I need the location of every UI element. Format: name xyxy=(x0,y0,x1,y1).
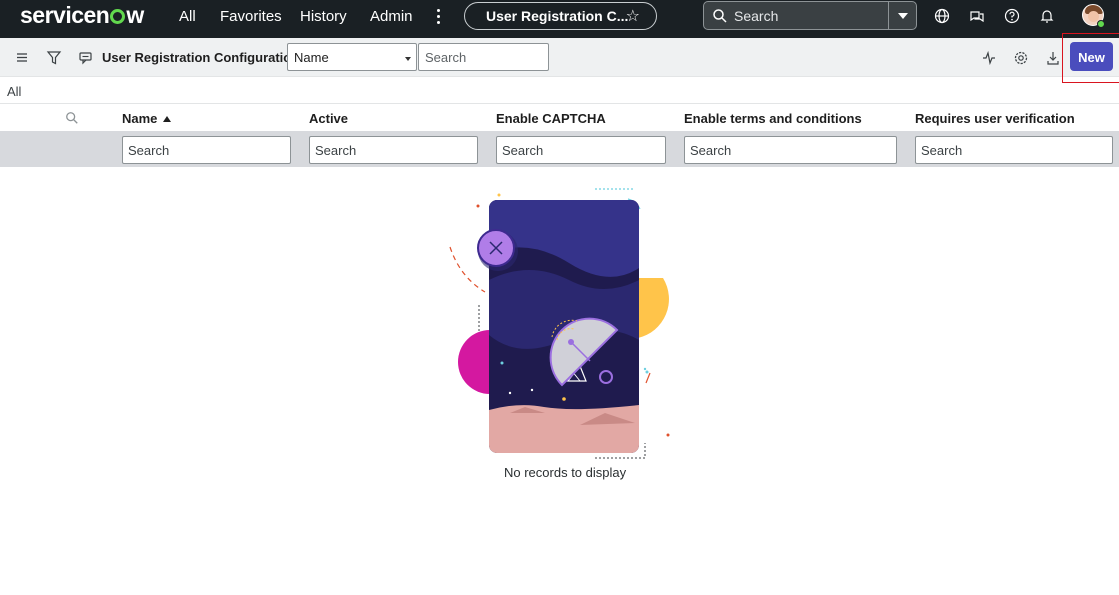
nav-all[interactable]: All xyxy=(179,8,196,25)
filter-input-enable-captcha[interactable]: Search xyxy=(496,136,666,164)
chevron-down-icon[interactable] xyxy=(898,13,908,19)
column-header-enable-terms[interactable]: Enable terms and conditions xyxy=(684,111,862,126)
filter-input-enable-terms[interactable]: Search xyxy=(684,136,897,164)
column-header-name[interactable]: Name xyxy=(122,111,172,126)
help-icon[interactable] xyxy=(1004,8,1020,24)
filter-input-name[interactable]: Search xyxy=(122,136,291,164)
download-icon[interactable] xyxy=(1045,50,1061,66)
filter-icon[interactable] xyxy=(46,50,62,66)
servicenow-logo[interactable]: servicen w xyxy=(20,2,144,29)
chat-icon[interactable] xyxy=(969,8,985,24)
search-icon xyxy=(713,9,727,23)
caret-down-icon xyxy=(405,57,411,61)
field-select-value: Name xyxy=(294,50,329,65)
empty-state-illustration xyxy=(449,188,670,459)
activity-icon[interactable] xyxy=(981,50,997,66)
sort-ascending-icon xyxy=(163,116,172,122)
more-menu-icon[interactable] xyxy=(431,6,445,28)
top-nav: servicen w All Favorites History Admin Us… xyxy=(0,0,1119,38)
nav-admin[interactable]: Admin xyxy=(370,8,413,25)
nav-favorites[interactable]: Favorites xyxy=(220,8,282,25)
context-pill-label: User Registration C... xyxy=(486,8,629,24)
breadcrumb[interactable]: All xyxy=(7,84,21,99)
comment-icon[interactable] xyxy=(78,50,94,66)
list-search-placeholder: Search xyxy=(425,50,467,65)
search-icon[interactable] xyxy=(65,111,79,125)
nav-history[interactable]: History xyxy=(300,8,347,25)
field-select[interactable]: Name xyxy=(287,43,417,71)
empty-state-message: No records to display xyxy=(504,465,627,480)
global-search[interactable]: Search xyxy=(703,1,917,30)
column-header-enable-captcha[interactable]: Enable CAPTCHA xyxy=(496,111,606,126)
presence-indicator xyxy=(1097,20,1105,28)
column-header-requires-verification[interactable]: Requires user verification xyxy=(915,111,1075,126)
search-divider xyxy=(888,2,889,29)
filter-input-active[interactable]: Search xyxy=(309,136,478,164)
context-pill[interactable]: User Registration C... ☆ xyxy=(464,2,657,30)
column-filter-row: Search Search Search Search Search xyxy=(0,131,1119,167)
filter-input-requires-verification[interactable]: Search xyxy=(915,136,1113,164)
gear-icon[interactable] xyxy=(1013,50,1029,66)
bell-icon[interactable] xyxy=(1039,8,1055,24)
globe-icon[interactable] xyxy=(934,8,950,24)
list-search-input[interactable]: Search xyxy=(418,43,549,71)
list-title: User Registration Configurations xyxy=(102,50,307,65)
column-header-active[interactable]: Active xyxy=(309,111,348,126)
star-icon[interactable]: ☆ xyxy=(626,6,640,26)
hamburger-icon[interactable] xyxy=(15,50,31,66)
global-search-placeholder: Search xyxy=(734,8,779,24)
list-header-bar: User Registration Configurations Name Se… xyxy=(0,38,1119,77)
table-header: Name Active Enable CAPTCHA Enable terms … xyxy=(0,103,1119,131)
new-button[interactable]: New xyxy=(1070,42,1113,71)
